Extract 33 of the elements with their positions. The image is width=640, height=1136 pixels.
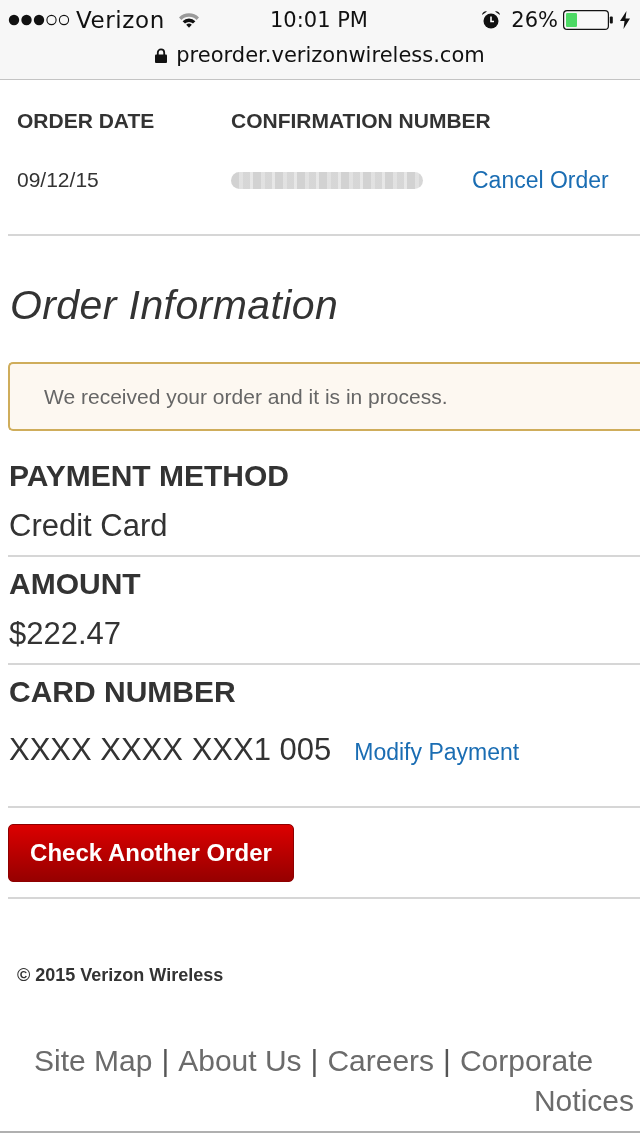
lock-icon	[155, 47, 168, 63]
modify-payment-link[interactable]: Modify Payment	[354, 738, 520, 766]
footer-link[interactable]: Careers	[327, 1044, 435, 1078]
field-value: $222.47	[9, 616, 122, 652]
field-label: AMOUNT	[9, 566, 141, 602]
field-value: XXXX XXXX XXX1 005	[9, 732, 332, 768]
footer-link[interactable]: Corporate	[459, 1044, 594, 1078]
order-date: 09/12/15	[17, 168, 99, 192]
alarm-clock-icon	[481, 10, 502, 30]
link-separator: |	[443, 1044, 451, 1078]
field-label: PAYMENT METHOD	[9, 458, 290, 494]
link-separator: |	[310, 1044, 319, 1078]
footer-link[interactable]: About Us	[178, 1044, 302, 1078]
field-label: CARD NUMBER	[9, 674, 236, 710]
charging-bolt-icon	[620, 11, 630, 29]
section-title: Order Information	[10, 285, 340, 325]
column-header: CONFIRMATION NUMBER	[231, 109, 491, 133]
battery-icon	[563, 10, 613, 30]
wifi-icon	[177, 12, 200, 28]
carrier-name: Verizon	[76, 7, 165, 33]
page-url[interactable]: preorder.verizonwireless.com	[176, 43, 485, 67]
check-another-order-button[interactable]: Check Another Order	[8, 824, 294, 882]
copyright-text: © 2015 Verizon Wireless	[17, 965, 224, 985]
clock-time: 10:01 PM	[270, 8, 368, 32]
footer-link[interactable]: Site Map	[34, 1044, 153, 1078]
field-value: Credit Card	[9, 508, 168, 544]
battery-percentage: 26%	[511, 8, 558, 32]
link-separator: |	[161, 1044, 170, 1078]
order-status-notice: We received your order and it is in process.	[8, 362, 640, 431]
signal-strength-icon	[8, 14, 70, 26]
footer-link[interactable]: Notices	[533, 1084, 634, 1118]
column-header: ORDER DATE	[17, 109, 155, 133]
cancel-order-link[interactable]: Cancel Order	[472, 166, 609, 194]
